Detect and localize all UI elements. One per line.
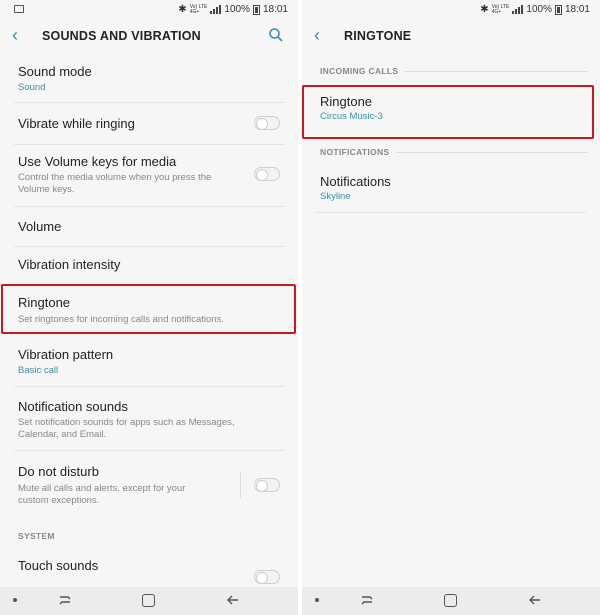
item-subtitle: Set notification sounds for apps such as…	[18, 417, 235, 440]
section-header-system: SYSTEM	[18, 531, 55, 541]
item-title: Notification sounds	[18, 399, 128, 414]
navigation-bar	[302, 587, 600, 615]
list-item-vibration-intensity[interactable]: Vibration intensity	[0, 248, 298, 284]
item-title: Do not disturb	[18, 464, 99, 479]
item-subtitle: Basic call	[18, 365, 59, 376]
back-icon[interactable]	[528, 593, 542, 607]
battery-icon	[252, 4, 260, 15]
list-item-volume[interactable]: Volume	[0, 208, 298, 246]
list-item-vibration-pattern[interactable]: Vibration pattern Basic call	[0, 338, 298, 384]
item-title: Touch sounds	[18, 558, 99, 573]
section-line	[404, 71, 588, 72]
4g-label: 4G+	[189, 8, 200, 15]
divider	[14, 206, 284, 207]
list-item-touch-sounds[interactable]: Touch sounds	[0, 548, 298, 586]
network-label: Vo) LTE 4G+	[491, 4, 510, 15]
list-item-volume-keys[interactable]: Use Volume keys for media Control the me…	[0, 146, 298, 204]
back-arrow-icon[interactable]: ‹	[314, 26, 334, 46]
recent-apps-icon[interactable]	[58, 593, 72, 607]
bluetooth-icon: ✱	[480, 4, 489, 15]
ringtone-highlight-box	[302, 85, 594, 139]
battery-icon	[554, 4, 562, 15]
page-title: SOUNDS AND VIBRATION	[42, 29, 201, 43]
divider	[14, 144, 284, 145]
divider	[316, 212, 586, 213]
divider	[14, 450, 284, 451]
list-item-sound-mode[interactable]: Sound mode Sound	[0, 58, 298, 102]
app-bar: ‹ RINGTONE	[302, 20, 600, 52]
item-subtitle: Skyline	[320, 191, 351, 202]
page-title: RINGTONE	[344, 29, 412, 43]
bluetooth-icon: ✱	[178, 4, 187, 15]
nav-dot-icon[interactable]	[315, 598, 319, 602]
item-subtitle: Control the media volume when you press …	[18, 172, 212, 195]
ringtone-screen: ✱ Vo) LTE 4G+ 100% 18:01 ‹ RINGTONE INCOM…	[302, 0, 600, 615]
item-subtitle: Sound	[18, 82, 46, 93]
home-icon[interactable]	[444, 594, 457, 607]
battery-text: 100%	[224, 4, 250, 15]
signal-icon	[210, 5, 222, 14]
back-icon[interactable]	[226, 593, 240, 607]
clock: 18:01	[262, 4, 288, 15]
clock: 18:01	[564, 4, 590, 15]
app-bar: ‹ SOUNDS AND VIBRATION	[0, 20, 298, 52]
do-not-disturb-toggle[interactable]	[254, 478, 280, 492]
battery-text: 100%	[526, 4, 552, 15]
item-title: Vibration intensity	[18, 257, 121, 272]
item-title: Use Volume keys for media	[18, 154, 177, 169]
signal-icon	[512, 5, 524, 14]
network-label: Vo) LTE 4G+	[189, 4, 208, 15]
ringtone-highlight-box	[1, 284, 296, 334]
item-title: Volume	[18, 219, 62, 234]
section-line	[396, 152, 588, 153]
list-item-do-not-disturb[interactable]: Do not disturb Mute all calls and alerts…	[0, 452, 298, 516]
gallery-icon	[14, 5, 24, 13]
touch-sounds-toggle[interactable]	[254, 570, 280, 584]
section-header-notifications: NOTIFICATIONS	[320, 147, 390, 157]
recent-apps-icon[interactable]	[360, 593, 374, 607]
volume-keys-toggle[interactable]	[254, 167, 280, 181]
vertical-separator	[240, 472, 241, 498]
home-icon[interactable]	[142, 594, 155, 607]
divider	[14, 102, 284, 103]
item-subtitle: Mute all calls and alerts, except for yo…	[18, 483, 186, 506]
list-item-vibrate-while-ringing[interactable]: Vibrate while ringing	[0, 104, 298, 144]
status-bar: ✱ Vo) LTE 4G+ 100% 18:01	[302, 0, 600, 20]
status-bar: ✱ Vo) LTE 4G+ 100% 18:01	[0, 0, 298, 20]
sounds-vibration-screen: ✱ Vo) LTE 4G+ 100% 18:01 ‹ SOUNDS AND VIB…	[0, 0, 298, 615]
divider	[14, 386, 284, 387]
list-item-notification-sounds[interactable]: Notification sounds Set notification sou…	[0, 388, 298, 448]
list-item-notifications[interactable]: Notifications Skyline	[302, 166, 600, 212]
section-header-incoming-calls: INCOMING CALLS	[320, 66, 399, 76]
item-title: Notifications	[320, 174, 391, 189]
search-icon[interactable]	[268, 27, 284, 43]
item-title: Sound mode	[18, 64, 92, 79]
4g-label: 4G+	[491, 8, 502, 15]
item-title: Vibrate while ringing	[18, 116, 135, 131]
divider	[14, 246, 284, 247]
vibrate-toggle[interactable]	[254, 116, 280, 130]
nav-dot-icon[interactable]	[13, 598, 17, 602]
back-arrow-icon[interactable]: ‹	[12, 26, 32, 46]
navigation-bar	[0, 587, 298, 615]
item-title: Vibration pattern	[18, 347, 114, 362]
